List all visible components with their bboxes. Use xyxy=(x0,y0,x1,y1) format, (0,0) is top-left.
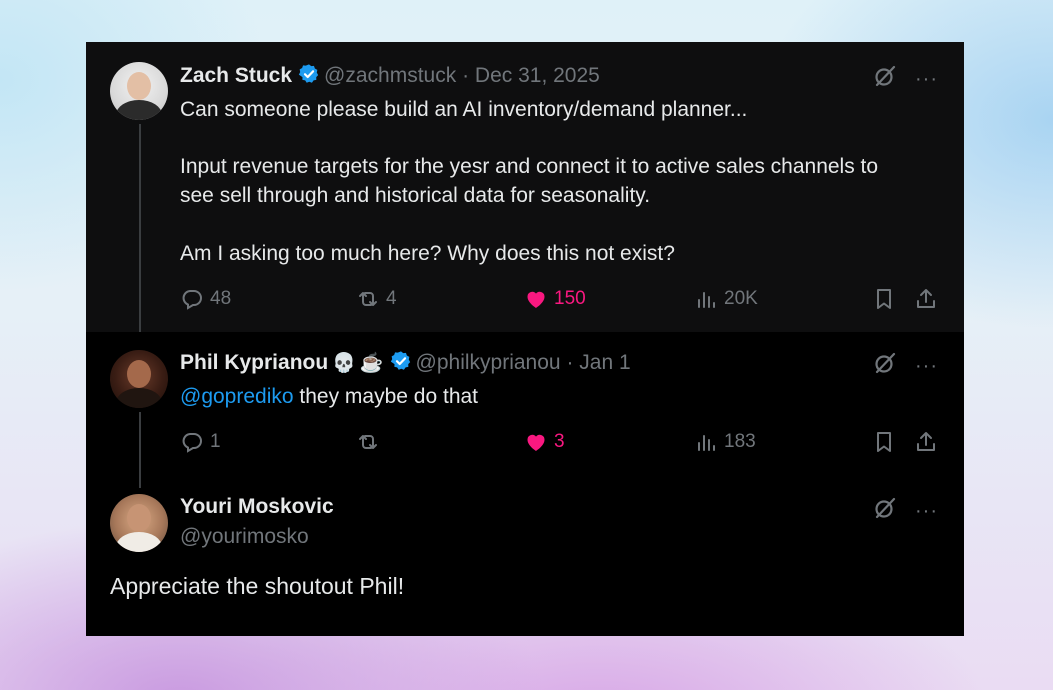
post-top-icons: ··· xyxy=(873,64,938,93)
views-count: 20K xyxy=(724,288,758,309)
coffee-emoji: ☕ xyxy=(359,353,384,374)
post-text-line: Input revenue targets for the yesr and c… xyxy=(180,155,879,178)
post-text-line: Am I asking too much here? Why does this… xyxy=(180,242,675,265)
reply-count: 48 xyxy=(210,288,232,309)
thread-line xyxy=(139,124,141,332)
thread-card: Zach Stuck @zachmstuck · Dec 31, 2025 ···… xyxy=(86,42,964,636)
post-text-line: Can someone please build an AI inventory… xyxy=(180,98,748,121)
share-icon xyxy=(914,430,938,454)
views-icon xyxy=(694,287,718,311)
bookmark-button[interactable] xyxy=(872,430,896,454)
like-count: 3 xyxy=(554,431,565,452)
grok-slash-icon[interactable] xyxy=(873,351,897,380)
separator: · xyxy=(462,64,470,87)
like-count: 150 xyxy=(554,288,586,309)
post-text-line: see sell through and historical data for… xyxy=(180,184,651,207)
post-main[interactable]: Zach Stuck @zachmstuck · Dec 31, 2025 ···… xyxy=(86,42,964,332)
views-button[interactable]: 183 xyxy=(694,430,756,454)
reply-button[interactable]: 48 xyxy=(180,287,231,311)
reply-icon xyxy=(180,287,204,311)
more-icon[interactable]: ··· xyxy=(915,356,938,376)
post-text: @goprediko they maybe do that xyxy=(180,382,478,411)
bookmark-icon xyxy=(872,430,896,454)
grok-slash-icon[interactable] xyxy=(873,496,897,525)
like-button[interactable]: 150 xyxy=(524,287,586,311)
like-button[interactable]: 3 xyxy=(524,430,565,454)
reply-count: 1 xyxy=(210,431,221,452)
post-top-icons: ··· xyxy=(873,351,938,380)
views-icon xyxy=(694,430,718,454)
author-handle[interactable]: @philkyprianou xyxy=(416,351,561,374)
grok-slash-icon[interactable] xyxy=(873,64,897,93)
post-actions: 48 4 150 20K xyxy=(180,287,940,315)
repost-count: 4 xyxy=(386,288,397,309)
post-reply[interactable]: Phil Kyprianou 💀 ☕ @philkyprianou · Jan 1 ·… xyxy=(86,332,964,488)
share-button[interactable] xyxy=(914,430,938,454)
more-icon[interactable]: ··· xyxy=(915,501,938,521)
mention-link[interactable]: @goprediko xyxy=(180,385,294,408)
heart-icon xyxy=(524,430,548,454)
thread-line xyxy=(139,412,141,488)
author-name[interactable]: Youri Moskovic xyxy=(180,495,334,518)
repost-button[interactable] xyxy=(356,430,380,454)
repost-icon xyxy=(356,287,380,311)
post-actions: 1 3 183 xyxy=(180,430,940,458)
heart-icon xyxy=(524,287,548,311)
verified-badge-icon xyxy=(390,350,412,379)
repost-button[interactable]: 4 xyxy=(356,287,397,311)
reply-button[interactable]: 1 xyxy=(180,430,221,454)
bookmark-icon xyxy=(872,287,896,311)
post-quote[interactable]: Youri Moskovic @yourimosko ··· Appreciat… xyxy=(86,482,964,636)
author-handle[interactable]: @zachmstuck xyxy=(324,64,456,87)
share-icon xyxy=(914,287,938,311)
post-header: Youri Moskovic xyxy=(180,494,334,520)
post-header: Phil Kyprianou 💀 ☕ @philkyprianou · Jan 1 xyxy=(180,350,631,379)
author-handle[interactable]: @yourimosko xyxy=(180,525,309,548)
post-date[interactable]: Dec 31, 2025 xyxy=(475,64,600,87)
bookmark-button[interactable] xyxy=(872,287,896,311)
views-count: 183 xyxy=(724,431,756,452)
author-name[interactable]: Zach Stuck xyxy=(180,64,292,87)
share-button[interactable] xyxy=(914,287,938,311)
author-name[interactable]: Phil Kyprianou xyxy=(180,351,328,374)
reply-text: they maybe do that xyxy=(293,385,479,408)
post-top-icons: ··· xyxy=(873,496,938,525)
avatar[interactable] xyxy=(110,350,168,408)
repost-icon xyxy=(356,430,380,454)
post-header: Zach Stuck @zachmstuck · Dec 31, 2025 xyxy=(180,63,600,92)
post-date[interactable]: Jan 1 xyxy=(579,351,630,374)
avatar[interactable] xyxy=(110,494,168,552)
author-handle-row: @yourimosko xyxy=(180,524,309,550)
verified-badge-icon xyxy=(298,63,320,92)
reply-icon xyxy=(180,430,204,454)
more-icon[interactable]: ··· xyxy=(915,69,938,89)
avatar[interactable] xyxy=(110,62,168,120)
views-button[interactable]: 20K xyxy=(694,287,758,311)
separator: · xyxy=(566,351,574,374)
post-text: Appreciate the shoutout Phil! xyxy=(110,573,405,599)
skull-emoji: 💀 xyxy=(332,353,356,374)
